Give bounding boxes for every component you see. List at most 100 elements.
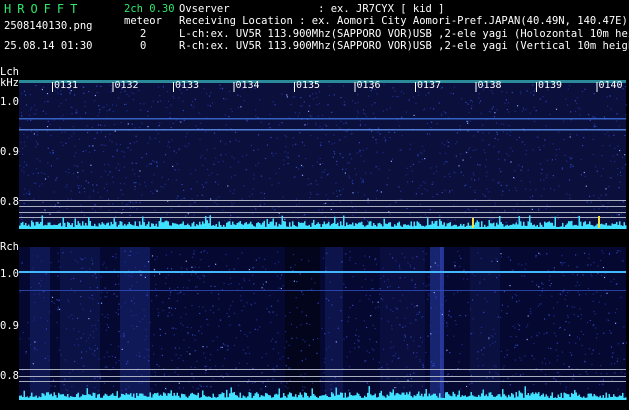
rch-noise <box>402 326 404 328</box>
lch-spectrum-bar <box>571 220 573 229</box>
lch-noise <box>253 178 255 180</box>
time-tick-mark-7 <box>475 82 477 92</box>
rch-spectrum-bar <box>197 392 199 400</box>
lch-noise <box>268 123 270 125</box>
lch-noise <box>426 122 428 124</box>
rch-noise <box>227 374 229 376</box>
lch-noise <box>316 161 318 163</box>
rch-spectrum-bar <box>287 394 289 400</box>
rch-noise <box>581 344 583 346</box>
rch-noise <box>38 293 40 295</box>
rch-noise <box>404 336 406 338</box>
lch-noise <box>106 190 108 192</box>
lch-noise <box>115 167 117 169</box>
lch-noise <box>346 130 349 132</box>
lch-spectrum-bar <box>187 223 189 229</box>
rch-noise <box>116 295 118 297</box>
rch-noise <box>447 275 449 278</box>
lch-noise <box>345 122 347 124</box>
rch-noise <box>588 257 590 259</box>
lch-noise <box>574 110 577 112</box>
lch-spectrum-bar <box>572 225 574 229</box>
rch-noise <box>380 298 382 300</box>
rch-spectrum-bar <box>346 397 348 400</box>
rch-noise <box>432 365 434 367</box>
lch-noise <box>21 115 23 117</box>
rch-noise <box>372 301 374 303</box>
rch-noise <box>183 339 185 341</box>
lch-noise <box>134 186 136 188</box>
rch-noise <box>616 308 618 310</box>
lch-noise <box>182 100 184 102</box>
lch-spectrum-bar <box>458 225 460 229</box>
rch-noise <box>435 254 438 256</box>
lch-noise <box>389 107 391 109</box>
rch-spectrum-bar <box>527 392 529 400</box>
lch-spectrum-bar <box>268 223 270 229</box>
lch-noise <box>101 106 104 108</box>
rch-noise <box>275 341 277 343</box>
rch-spectrum-bar <box>559 396 561 400</box>
rch-spectrum-bar <box>278 388 280 400</box>
rch-noise <box>191 304 193 307</box>
rch-noise <box>586 322 589 324</box>
lch-spectrum-bar <box>580 221 582 229</box>
lch-noise <box>90 171 93 173</box>
rch-noise <box>176 367 178 369</box>
rch-noise <box>92 330 94 333</box>
rch-spectrum-bar <box>41 393 43 400</box>
rch-noise <box>553 315 555 317</box>
rch-noise <box>112 255 114 258</box>
rch-noise <box>113 269 115 271</box>
lch-spectrum-bar <box>56 224 58 229</box>
rch-noise <box>595 372 597 374</box>
lch-noise <box>308 110 310 112</box>
lch-noise <box>535 189 537 191</box>
rch-noise <box>317 303 319 305</box>
rch-noise <box>105 296 108 298</box>
lch-noise <box>609 95 611 97</box>
rch-noise <box>192 386 194 388</box>
lch-noise <box>492 179 494 181</box>
rch-noise <box>19 291 21 293</box>
rch-noise <box>177 293 179 295</box>
lch-noise <box>172 165 174 167</box>
rch-spectrum-bar <box>80 396 82 400</box>
lch-spectrum-bar <box>73 226 75 229</box>
rch-noise <box>422 366 425 368</box>
lch-spectrum-bar <box>220 225 222 229</box>
rch-noise <box>600 365 602 367</box>
rch-noise <box>68 316 70 318</box>
lch-spectrum-bar <box>557 226 559 229</box>
rch-noise <box>392 257 394 259</box>
rch-noise <box>600 295 602 297</box>
lch-noise <box>131 91 133 94</box>
rch-noise <box>59 266 61 268</box>
rch-noise <box>545 383 547 385</box>
lch-spectrum-bar <box>185 225 187 229</box>
lch-noise <box>408 98 410 100</box>
lch-spectrum-bar <box>46 225 48 229</box>
rch-noise <box>312 382 314 384</box>
rch-noise <box>157 315 159 317</box>
rch-noise <box>279 358 281 360</box>
lch-spectrum-bar <box>191 223 193 229</box>
lch-noise <box>260 192 262 194</box>
lch-noise <box>35 182 37 184</box>
lch-noise <box>29 94 31 96</box>
rch-noise <box>480 326 483 328</box>
rch-noise <box>279 278 281 280</box>
lch-noise <box>147 115 149 117</box>
lch-spectrum-bar <box>547 222 549 229</box>
rch-noise <box>97 319 99 321</box>
lch-noise <box>533 90 535 92</box>
rch-spectrum-bar <box>23 390 25 400</box>
lch-noise <box>494 112 496 114</box>
lch-noise <box>516 220 518 222</box>
rch-noise <box>256 319 258 321</box>
lch-spectrum-bar <box>535 226 537 229</box>
lch-spectrum-bar <box>100 224 102 229</box>
lch-noise <box>429 209 431 211</box>
lch-noise <box>225 153 227 156</box>
rch-noise <box>598 353 600 355</box>
